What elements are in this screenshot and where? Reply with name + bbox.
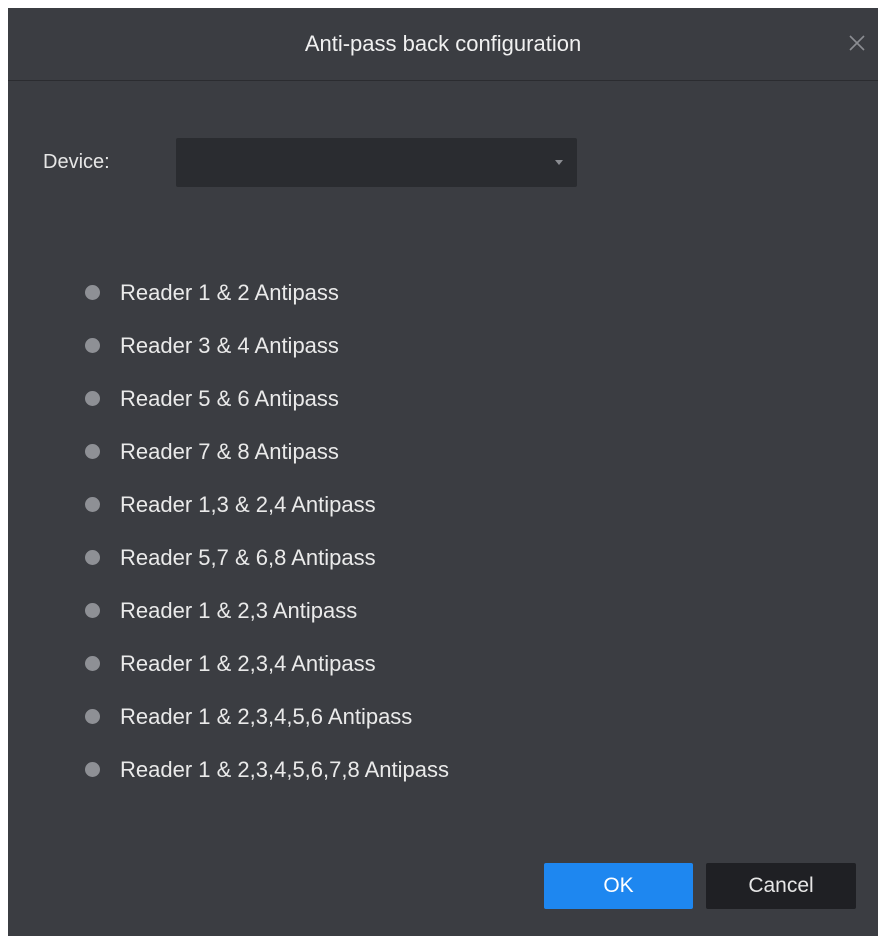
close-icon[interactable] [844,30,870,56]
device-select[interactable] [176,138,577,187]
radio-option-4[interactable]: Reader 7 & 8 Antipass [85,425,449,478]
radio-label: Reader 1 & 2,3,4,5,6,7,8 Antipass [120,756,450,782]
radio-button-icon[interactable] [85,603,100,618]
radio-button-icon[interactable] [85,338,100,353]
dialog-title: Anti-pass back configuration [304,31,582,56]
radio-label: Reader 1 & 2 Antipass [120,279,339,305]
radio-label: Reader 1 & 2,3,4,5,6 Antipass [120,703,413,729]
radio-label: Reader 1 & 2,3,4 Antipass [120,650,376,676]
radio-button-icon[interactable] [85,391,100,406]
radio-label: Reader 3 & 4 Antipass [120,332,339,358]
radio-button-icon[interactable] [85,762,100,777]
radio-button-icon[interactable] [85,285,100,300]
radio-option-6[interactable]: Reader 5,7 & 6,8 Antipass [85,531,449,584]
radio-option-8[interactable]: Reader 1 & 2,3,4 Antipass [85,637,449,690]
anti-pass-back-dialog: Anti-pass back configuration Device: Rea… [8,8,878,936]
dialog-titlebar: Anti-pass back configuration [8,8,878,81]
radio-button-icon[interactable] [85,656,100,671]
cancel-button[interactable]: Cancel [706,863,856,909]
radio-button-icon[interactable] [85,444,100,459]
radio-option-2[interactable]: Reader 3 & 4 Antipass [85,319,449,372]
radio-button-icon[interactable] [85,497,100,512]
radio-option-9[interactable]: Reader 1 & 2,3,4,5,6 Antipass [85,690,449,743]
radio-label: Reader 1,3 & 2,4 Antipass [120,491,376,517]
radio-option-1[interactable]: Reader 1 & 2 Antipass [85,266,449,319]
radio-button-icon[interactable] [85,550,100,565]
radio-button-icon[interactable] [85,709,100,724]
radio-label: Reader 1 & 2,3 Antipass [120,597,358,623]
radio-label: Reader 5,7 & 6,8 Antipass [120,544,376,570]
radio-option-7[interactable]: Reader 1 & 2,3 Antipass [85,584,449,637]
radio-option-5[interactable]: Reader 1,3 & 2,4 Antipass [85,478,449,531]
radio-option-3[interactable]: Reader 5 & 6 Antipass [85,372,449,425]
ok-button[interactable]: OK [544,863,693,909]
device-row: Device: [43,138,577,187]
radio-label: Reader 7 & 8 Antipass [120,438,339,464]
chevron-down-icon [555,160,563,165]
radio-label: Reader 5 & 6 Antipass [120,385,339,411]
device-label: Device: [43,151,110,173]
radio-option-10[interactable]: Reader 1 & 2,3,4,5,6,7,8 Antipass [85,743,449,796]
antipass-options: Reader 1 & 2 Antipass Reader 3 & 4 Antip… [85,266,449,796]
